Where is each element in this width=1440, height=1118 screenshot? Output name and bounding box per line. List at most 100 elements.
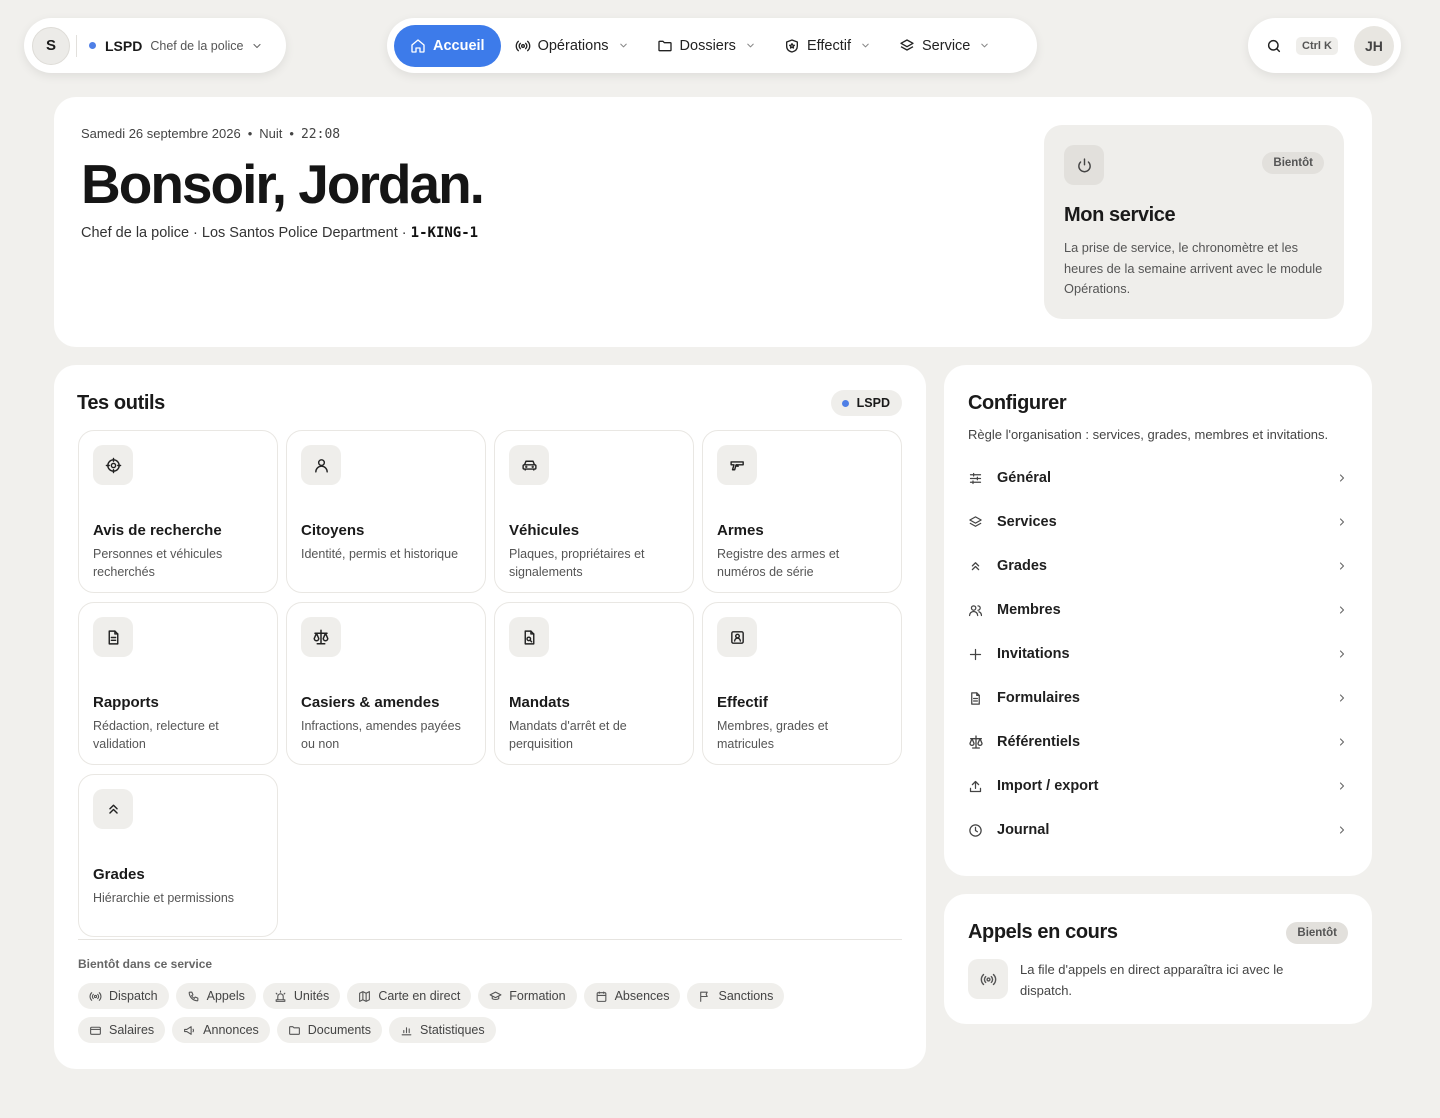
tool-rapports[interactable]: Rapports Rédaction, relecture et validat… bbox=[78, 602, 278, 765]
chip-salaires: Salaires bbox=[78, 1017, 166, 1043]
current-time: 22:08 bbox=[300, 127, 341, 142]
config-item-label: Membres bbox=[997, 602, 1061, 618]
config-item-referentiels[interactable]: Référentiels bbox=[968, 720, 1348, 764]
nav-item-accueil[interactable]: Accueil bbox=[394, 24, 501, 67]
callsign: 1-KING-1 bbox=[410, 225, 479, 241]
tool-effectif[interactable]: Effectif Membres, grades et matricules bbox=[702, 602, 902, 765]
folder-icon bbox=[288, 1024, 301, 1037]
tool-title: Effectif bbox=[717, 694, 768, 711]
live-calls-card: Appels en cours Bientôt La file d'appels… bbox=[944, 894, 1372, 1024]
home-icon bbox=[410, 38, 426, 54]
status-badge: Bientôt bbox=[1286, 922, 1348, 944]
config-item-grades[interactable]: Grades bbox=[968, 544, 1348, 588]
shield-badge-icon bbox=[784, 38, 800, 54]
org-status-dot bbox=[89, 42, 96, 49]
tool-desc: Infractions, amendes payées ou non bbox=[301, 719, 461, 751]
config-item-import-export[interactable]: Import / export bbox=[968, 764, 1348, 808]
tool-casiers-amendes[interactable]: Casiers & amendes Infractions, amendes p… bbox=[286, 602, 486, 765]
megaphone-icon bbox=[183, 1024, 196, 1037]
tool-title: Véhicules bbox=[509, 522, 580, 539]
config-item-invitations[interactable]: Invitations bbox=[968, 632, 1348, 676]
page-title: Bonsoir, Jordan. bbox=[81, 153, 485, 215]
document-icon bbox=[93, 617, 133, 657]
coming-soon-label: Bientôt dans ce service bbox=[78, 957, 213, 971]
plus-icon bbox=[968, 647, 997, 662]
chip-label: Documents bbox=[307, 1023, 372, 1037]
org-badge: LSPD bbox=[830, 390, 902, 416]
chip-dispatch: Dispatch bbox=[78, 983, 169, 1009]
chevron-right-icon bbox=[1336, 604, 1348, 616]
current-date: Samedi 26 septembre 2026 bbox=[81, 126, 241, 141]
chip-carte-en-direct: Carte en direct bbox=[347, 983, 472, 1009]
chip-label: Absences bbox=[614, 989, 670, 1003]
chevron-right-icon bbox=[1336, 736, 1348, 748]
search-icon[interactable] bbox=[1266, 38, 1282, 54]
tool-desc: Mandats d'arrêt et de perquisition bbox=[509, 719, 627, 751]
chevron-down-icon bbox=[745, 40, 756, 51]
tool-desc: Registre des armes et numéros de série bbox=[717, 547, 840, 579]
chevron-down-icon bbox=[979, 40, 990, 51]
scale-icon bbox=[968, 734, 997, 750]
config-item-membres[interactable]: Membres bbox=[968, 588, 1348, 632]
map-icon bbox=[358, 990, 371, 1003]
chevron-right-icon bbox=[1336, 692, 1348, 704]
section-title: Tes outils bbox=[77, 392, 165, 414]
calendar-icon bbox=[595, 990, 608, 1003]
chevron-right-icon bbox=[1336, 472, 1348, 484]
chip-label: Formation bbox=[509, 989, 566, 1003]
chip-absences: Absences bbox=[583, 983, 681, 1009]
tool-title: Casiers & amendes bbox=[301, 694, 440, 711]
config-item-label: Import / export bbox=[997, 778, 1099, 794]
search-shortcut[interactable]: Ctrl K bbox=[1296, 36, 1338, 55]
tool-grades[interactable]: Grades Hiérarchie et permissions bbox=[78, 774, 278, 937]
nav-item-dossiers[interactable]: Dossiers bbox=[643, 25, 770, 67]
divider bbox=[78, 939, 902, 940]
day-period: Nuit bbox=[259, 126, 283, 141]
nav-item-effectif[interactable]: Effectif bbox=[770, 25, 885, 67]
toolbar: Ctrl K JH bbox=[1248, 18, 1401, 73]
nav-item-service[interactable]: Service bbox=[885, 25, 1004, 67]
my-service-panel: Bientôt Mon service La prise de service,… bbox=[1044, 125, 1344, 319]
tool-title: Armes bbox=[717, 522, 764, 539]
chip-label: Dispatch bbox=[109, 989, 158, 1003]
tool-desc: Identité, permis et historique bbox=[301, 547, 459, 561]
layers-icon bbox=[899, 38, 915, 54]
tool-desc: Plaques, propriétaires et signalements bbox=[509, 547, 645, 579]
chip-label: Annonces bbox=[203, 1023, 259, 1037]
chip-documents: Documents bbox=[276, 1017, 383, 1043]
folder-icon bbox=[657, 38, 673, 54]
tool-mandats[interactable]: Mandats Mandats d'arrêt et de perquisiti… bbox=[494, 602, 694, 765]
chevron-down-icon bbox=[251, 40, 263, 52]
config-item-general[interactable]: Général bbox=[968, 456, 1348, 500]
broadcast-icon bbox=[515, 38, 531, 54]
nav-item-label: Dossiers bbox=[679, 37, 736, 54]
broadcast-icon bbox=[89, 990, 102, 1003]
tool-citoyens[interactable]: Citoyens Identité, permis et historique bbox=[286, 430, 486, 593]
tool-armes[interactable]: Armes Registre des armes et numéros de s… bbox=[702, 430, 902, 593]
main-nav: Accueil Opérations Dossiers Effectif Ser… bbox=[387, 18, 1037, 73]
target-icon bbox=[93, 445, 133, 485]
user-role-line: Chef de la police · Los Santos Police De… bbox=[81, 225, 411, 241]
tools-card: Tes outils LSPD Avis de recherche Person… bbox=[54, 365, 926, 1069]
chevron-right-icon bbox=[1336, 648, 1348, 660]
config-item-journal[interactable]: Journal bbox=[968, 808, 1348, 852]
tool-avis-de-recherche[interactable]: Avis de recherche Personnes et véhicules… bbox=[78, 430, 278, 593]
tool-title: Mandats bbox=[509, 694, 570, 711]
user-avatar[interactable]: JH bbox=[1353, 25, 1394, 66]
gun-icon bbox=[717, 445, 757, 485]
bar-chart-icon bbox=[400, 1024, 413, 1037]
chip-formation: Formation bbox=[478, 983, 577, 1009]
config-item-formulaires[interactable]: Formulaires bbox=[968, 676, 1348, 720]
org-switcher[interactable]: S LSPD Chef de la police bbox=[24, 18, 286, 73]
tool-desc: Membres, grades et matricules bbox=[717, 719, 829, 751]
chip-statistiques: Statistiques bbox=[389, 1017, 496, 1043]
config-item-label: Invitations bbox=[997, 646, 1070, 662]
org-status-dot bbox=[841, 399, 849, 407]
nav-item-label: Accueil bbox=[433, 37, 485, 54]
nav-item-operations[interactable]: Opérations bbox=[501, 25, 643, 67]
chip-label: Carte en direct bbox=[378, 989, 461, 1003]
person-icon bbox=[301, 445, 341, 485]
config-item-services[interactable]: Services bbox=[968, 500, 1348, 544]
welcome-card: Samedi 26 septembre 2026 • Nuit • 22:08 Bons… bbox=[54, 97, 1372, 347]
tool-vehicules[interactable]: Véhicules Plaques, propriétaires et sign… bbox=[494, 430, 694, 593]
